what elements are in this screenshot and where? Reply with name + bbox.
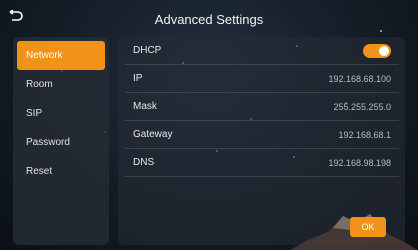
sidebar-item-network[interactable]: Network xyxy=(17,41,105,70)
mask-value[interactable]: 255.255.255.0 xyxy=(333,102,391,112)
sidebar-item-sip[interactable]: SIP xyxy=(17,99,105,128)
dhcp-label: DHCP xyxy=(133,45,162,56)
sidebar-item-room[interactable]: Room xyxy=(17,70,105,99)
dns-value[interactable]: 192.168.98.198 xyxy=(328,158,391,168)
gateway-row[interactable]: Gateway 192.168.68.1 xyxy=(125,121,399,149)
sidebar-item-password[interactable]: Password xyxy=(17,128,105,157)
toggle-knob xyxy=(379,45,389,56)
dhcp-toggle[interactable] xyxy=(363,43,391,58)
ip-value[interactable]: 192.168.68.100 xyxy=(328,74,391,84)
ip-label: IP xyxy=(133,73,143,84)
gateway-value[interactable]: 192.168.68.1 xyxy=(338,130,391,140)
mask-label: Mask xyxy=(133,101,157,112)
ip-row[interactable]: IP 192.168.68.100 xyxy=(125,65,399,93)
page-title: Advanced Settings xyxy=(154,12,264,27)
dns-row[interactable]: DNS 192.168.98.198 xyxy=(125,149,399,177)
header: Advanced Settings xyxy=(0,0,418,38)
dhcp-row: DHCP xyxy=(125,37,399,65)
sidebar: Network Room SIP Password Reset xyxy=(13,37,109,245)
mountain-illustration xyxy=(290,214,418,250)
network-settings-panel: DHCP IP 192.168.68.100 Mask 255.255.255.… xyxy=(118,37,418,250)
mask-row[interactable]: Mask 255.255.255.0 xyxy=(125,93,399,121)
gateway-label: Gateway xyxy=(133,129,173,140)
sidebar-item-reset[interactable]: Reset xyxy=(17,157,105,186)
ok-button[interactable]: OK xyxy=(350,217,386,237)
dns-label: DNS xyxy=(133,157,155,168)
